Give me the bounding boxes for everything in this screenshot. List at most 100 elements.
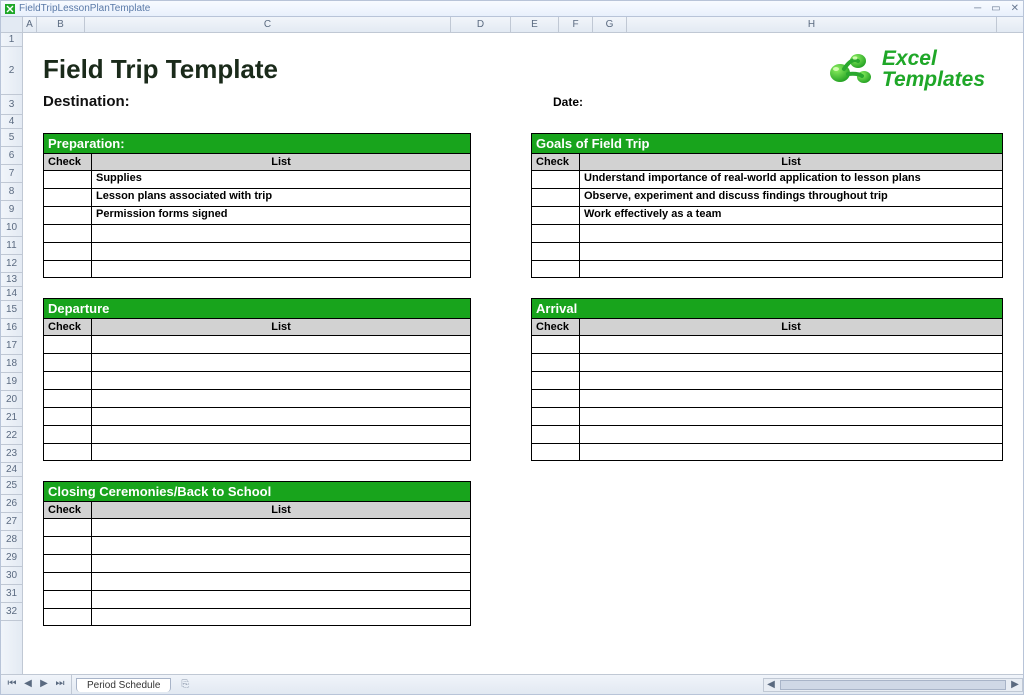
departure-list-cell[interactable] [92,372,470,389]
row-header-8[interactable]: 8 [1,183,22,201]
scroll-left-icon[interactable]: ◀ [764,679,778,690]
arrival-check-cell[interactable] [532,354,580,371]
departure-check-cell[interactable] [44,426,92,443]
preparation-check-cell[interactable] [44,243,92,260]
departure-row[interactable] [43,335,471,353]
goals-check-cell[interactable] [532,261,580,277]
closing-check-cell[interactable] [44,609,92,625]
row-header-22[interactable]: 22 [1,427,22,445]
row-header-2[interactable]: 2 [1,47,22,95]
closing-list-cell[interactable] [92,537,470,554]
closing-list-cell[interactable] [92,609,470,625]
arrival-row[interactable] [531,407,1003,425]
row-header-20[interactable]: 20 [1,391,22,409]
row-header-4[interactable]: 4 [1,115,22,129]
arrival-list-cell[interactable] [580,426,1002,443]
preparation-row[interactable]: Permission forms signed [43,206,471,224]
arrival-check-cell[interactable] [532,408,580,425]
column-headers[interactable]: ABCDEFGH [1,17,1023,33]
column-header-H[interactable]: H [627,17,997,32]
closing-check-cell[interactable] [44,591,92,608]
row-header-21[interactable]: 21 [1,409,22,427]
closing-check-cell[interactable] [44,537,92,554]
departure-row[interactable] [43,371,471,389]
arrival-row[interactable] [531,335,1003,353]
goals-check-cell[interactable] [532,243,580,260]
departure-check-cell[interactable] [44,354,92,371]
preparation-list-cell[interactable] [92,225,470,242]
goals-row[interactable]: Work effectively as a team [531,206,1003,224]
departure-row[interactable] [43,425,471,443]
row-header-7[interactable]: 7 [1,165,22,183]
arrival-list-cell[interactable] [580,336,1002,353]
preparation-check-cell[interactable] [44,261,92,277]
row-header-30[interactable]: 30 [1,567,22,585]
row-header-23[interactable]: 23 [1,445,22,463]
sheet-tab-active[interactable]: Period Schedule [76,678,171,692]
arrival-check-cell[interactable] [532,372,580,389]
arrival-row[interactable] [531,425,1003,443]
select-all-corner[interactable] [1,17,23,32]
arrival-check-cell[interactable] [532,390,580,407]
arrival-row[interactable] [531,389,1003,407]
preparation-list-cell[interactable] [92,261,470,277]
closing-row[interactable] [43,608,471,626]
arrival-list-cell[interactable] [580,354,1002,371]
row-header-25[interactable]: 25 [1,477,22,495]
departure-check-cell[interactable] [44,390,92,407]
closing-check-cell[interactable] [44,555,92,572]
departure-check-cell[interactable] [44,336,92,353]
row-header-29[interactable]: 29 [1,549,22,567]
departure-row[interactable] [43,389,471,407]
departure-row[interactable] [43,353,471,371]
row-header-10[interactable]: 10 [1,219,22,237]
arrival-list-cell[interactable] [580,390,1002,407]
row-header-6[interactable]: 6 [1,147,22,165]
row-header-27[interactable]: 27 [1,513,22,531]
goals-check-cell[interactable] [532,189,580,206]
departure-list-cell[interactable] [92,408,470,425]
close-icon[interactable]: ✕ [1011,3,1019,14]
minimize-icon[interactable]: ─ [974,3,981,14]
row-header-15[interactable]: 15 [1,301,22,319]
row-header-3[interactable]: 3 [1,95,22,115]
departure-row[interactable] [43,407,471,425]
row-headers[interactable]: 1234567891011121314151617181920212223242… [1,33,23,674]
arrival-check-cell[interactable] [532,444,580,460]
row-header-12[interactable]: 12 [1,255,22,273]
arrival-row[interactable] [531,443,1003,461]
closing-check-cell[interactable] [44,573,92,590]
arrival-list-cell[interactable] [580,444,1002,460]
goals-row[interactable] [531,260,1003,278]
preparation-row[interactable]: Lesson plans associated with trip [43,188,471,206]
goals-list-cell[interactable] [580,261,1002,277]
goals-list-cell[interactable]: Work effectively as a team [580,207,1002,224]
column-header-B[interactable]: B [37,17,85,32]
departure-list-cell[interactable] [92,336,470,353]
closing-row[interactable] [43,572,471,590]
preparation-row[interactable] [43,242,471,260]
closing-row[interactable] [43,554,471,572]
preparation-list-cell[interactable]: Lesson plans associated with trip [92,189,470,206]
row-header-13[interactable]: 13 [1,273,22,287]
worksheet-area[interactable]: Field Trip Template [23,33,1023,674]
column-header-E[interactable]: E [511,17,559,32]
closing-list-cell[interactable] [92,519,470,536]
departure-check-cell[interactable] [44,372,92,389]
arrival-row[interactable] [531,371,1003,389]
preparation-row[interactable] [43,224,471,242]
preparation-check-cell[interactable] [44,171,92,188]
closing-list-cell[interactable] [92,573,470,590]
closing-list-cell[interactable] [92,591,470,608]
departure-list-cell[interactable] [92,444,470,460]
row-header-28[interactable]: 28 [1,531,22,549]
departure-list-cell[interactable] [92,390,470,407]
preparation-row[interactable] [43,260,471,278]
goals-row[interactable]: Understand importance of real-world appl… [531,170,1003,188]
column-header-F[interactable]: F [559,17,593,32]
departure-check-cell[interactable] [44,444,92,460]
row-header-31[interactable]: 31 [1,585,22,603]
closing-check-cell[interactable] [44,519,92,536]
row-header-5[interactable]: 5 [1,129,22,147]
row-header-14[interactable]: 14 [1,287,22,301]
